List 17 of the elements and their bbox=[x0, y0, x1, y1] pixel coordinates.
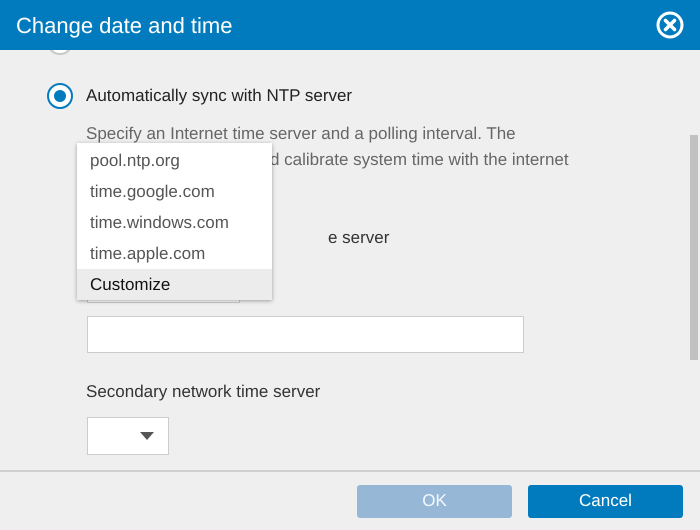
option-label[interactable]: Automatically sync with NTP server bbox=[86, 83, 352, 109]
dropdown-item[interactable]: time.apple.com bbox=[77, 238, 272, 269]
scrollbar-thumb[interactable] bbox=[690, 135, 698, 360]
field-label: Secondary network time server bbox=[86, 381, 322, 403]
dropdown-item[interactable]: pool.ntp.org bbox=[77, 145, 272, 176]
window-title: Change date and time bbox=[16, 12, 232, 40]
caret-icon bbox=[140, 432, 154, 440]
radio-button[interactable] bbox=[47, 83, 73, 109]
field-label: e server bbox=[328, 227, 390, 249]
dropdown-item[interactable]: time.google.com bbox=[77, 176, 272, 207]
description-text: Specify an Internet time server and a polling interval. The bbox=[86, 123, 516, 145]
dropdown-item[interactable]: Customize bbox=[77, 269, 272, 300]
server-input-field[interactable] bbox=[87, 316, 524, 353]
dropdown-item[interactable]: time.windows.com bbox=[77, 207, 272, 238]
close-icon[interactable] bbox=[656, 11, 684, 39]
cancel-button[interactable]: Cancel bbox=[528, 484, 683, 518]
server-select[interactable] bbox=[87, 417, 169, 455]
